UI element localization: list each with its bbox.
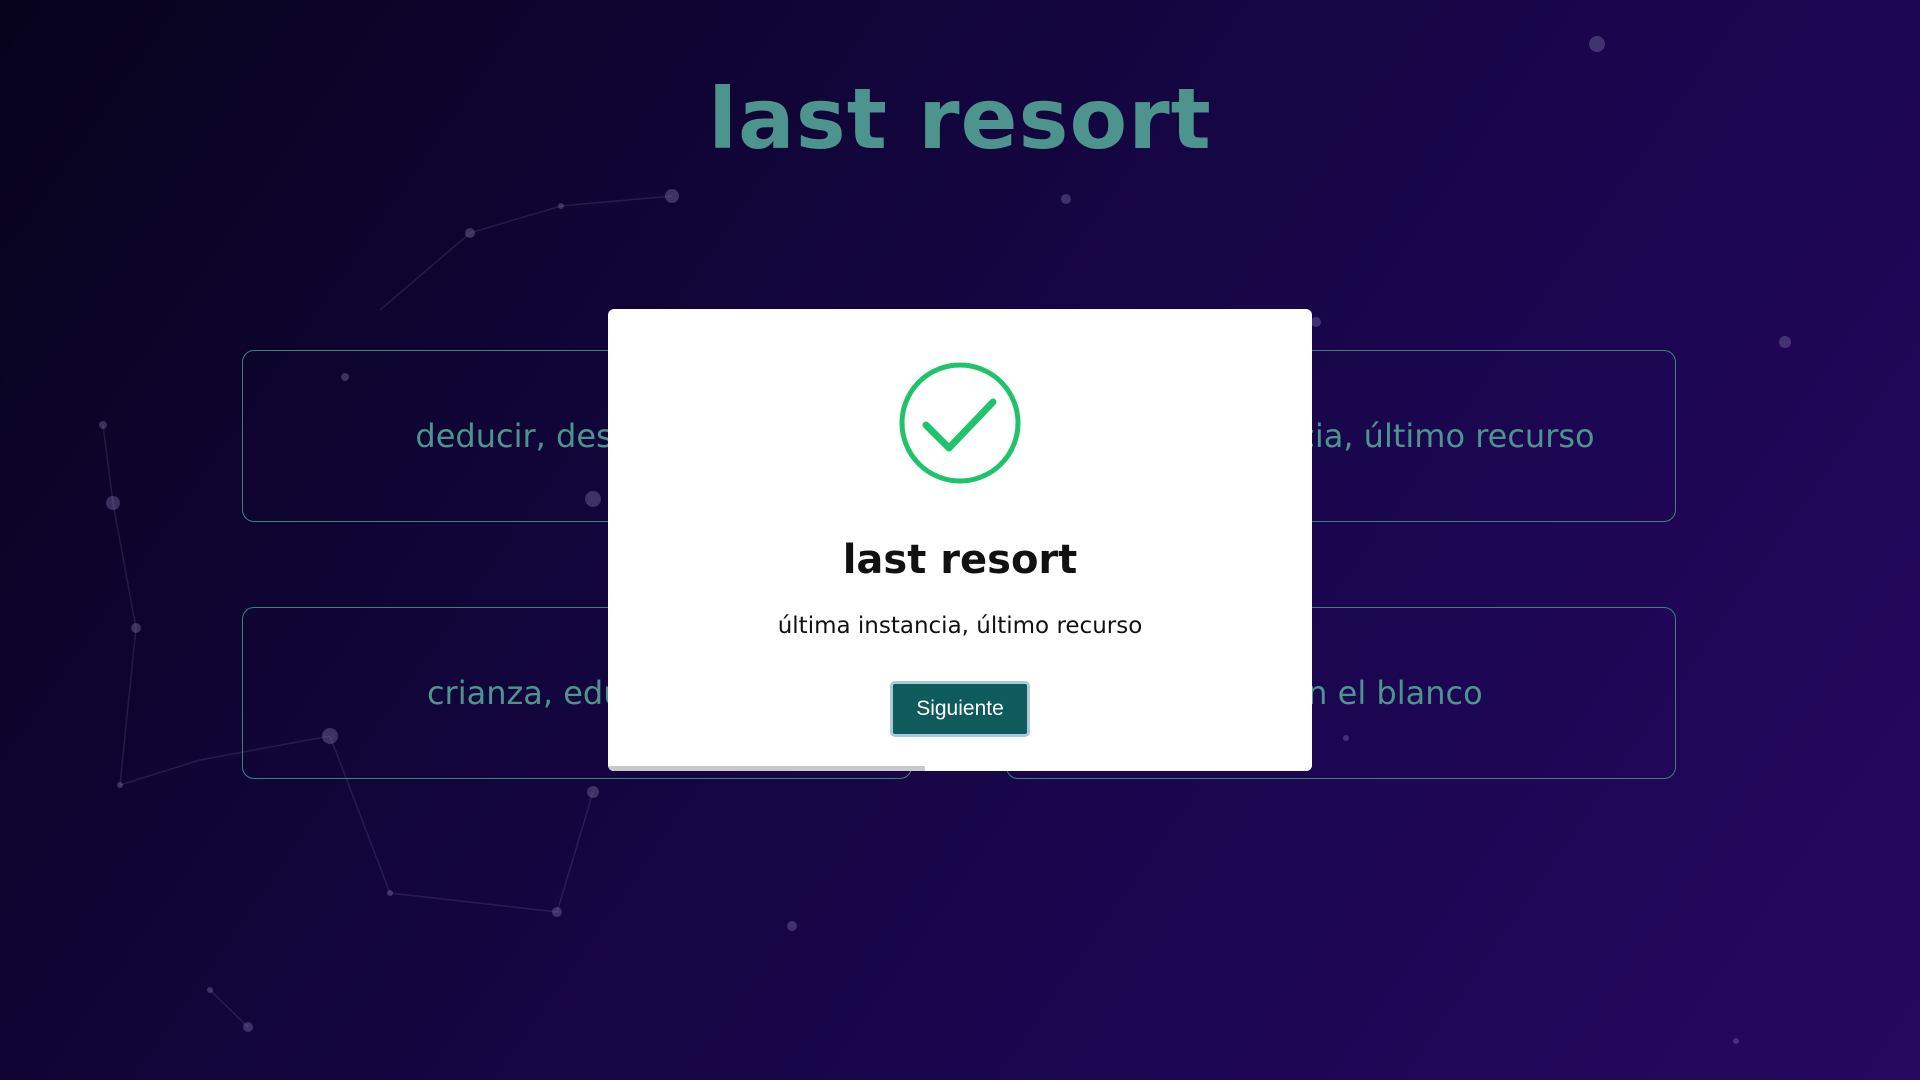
modal-term: last resort (842, 537, 1078, 583)
progress-fill (608, 766, 925, 771)
next-button[interactable]: Siguiente (890, 681, 1030, 737)
modal-translation: última instancia, último recurso (777, 613, 1143, 639)
progress-bar (608, 766, 1312, 771)
modal-overlay: last resort última instancia, último rec… (0, 0, 1920, 1080)
check-circle-icon (899, 362, 1021, 484)
result-modal: last resort última instancia, último rec… (608, 309, 1312, 771)
